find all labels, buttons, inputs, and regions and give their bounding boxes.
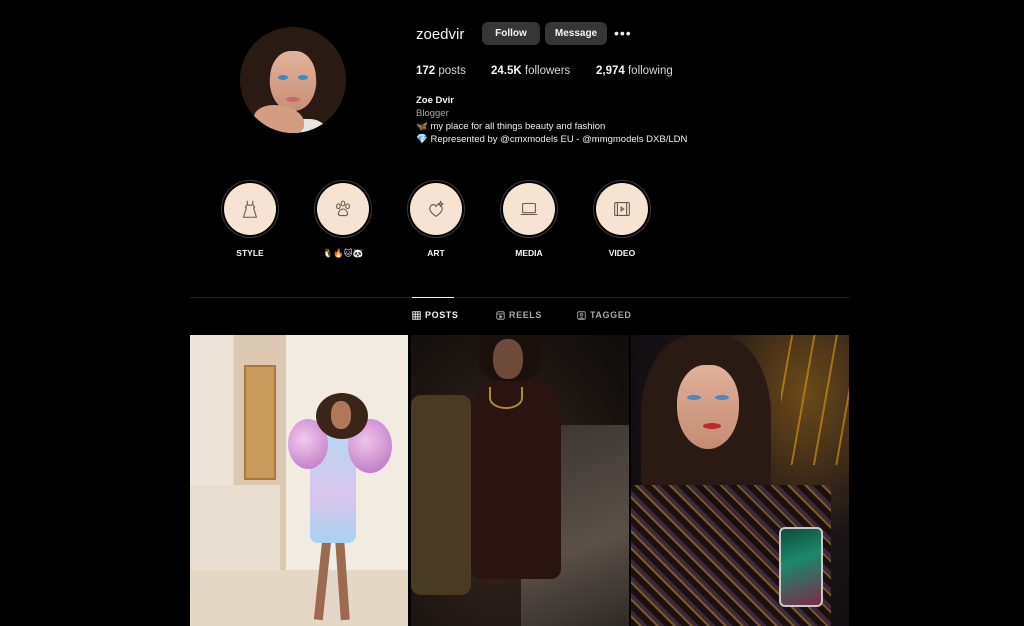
- more-options-icon[interactable]: •••: [614, 26, 632, 40]
- bio-name: Zoe Dvir: [416, 95, 455, 106]
- photo-torso-shape: [471, 379, 561, 579]
- tab-posts[interactable]: POSTS: [412, 310, 459, 320]
- highlight-ring: [221, 180, 279, 238]
- highlight-pets[interactable]: 🐧🔥🐱🐼: [313, 180, 373, 259]
- highlight-disc: [224, 183, 276, 235]
- post-thumbnail[interactable]: [631, 335, 849, 626]
- tabs-divider: [190, 297, 849, 298]
- reels-icon: [496, 310, 505, 320]
- highlight-video[interactable]: VIDEO: [592, 180, 652, 258]
- followers-label: followers: [524, 65, 571, 77]
- highlight-label: 🐧🔥🐱🐼: [322, 248, 364, 258]
- avatar-lips: [286, 97, 300, 102]
- bio-line-1: 🦋 my place for all things beauty and fas…: [416, 121, 606, 132]
- art-icon: [429, 200, 444, 217]
- tab-tagged[interactable]: TAGGED: [577, 310, 631, 320]
- photo-chair-shape: [411, 395, 471, 595]
- highlight-disc: [596, 183, 648, 235]
- tag-icon: [577, 310, 586, 320]
- highlight-ring: [314, 180, 372, 238]
- tab-tagged-label: TAGGED: [590, 310, 632, 320]
- followers-stat[interactable]: 24.5K followers: [491, 65, 570, 77]
- highlight-label: VIDEO: [608, 248, 636, 258]
- highlight-style[interactable]: STYLE: [220, 180, 280, 258]
- bio-line-2[interactable]: 💎 Represented by @cmxmodels EU - @mmgmod…: [416, 133, 687, 146]
- highlight-ring: [593, 180, 651, 238]
- highlight-label: STYLE: [236, 248, 264, 258]
- profile-bio: Zoe Dvir Blogger 🦋 my place for all thin…: [416, 94, 687, 146]
- followers-count: 24.5K: [491, 65, 522, 77]
- highlight-disc: [503, 183, 555, 235]
- photo-lips-shape: [703, 423, 721, 429]
- profile-avatar[interactable]: [240, 27, 346, 133]
- grid-icon: [412, 310, 421, 320]
- highlight-art[interactable]: ART: [406, 180, 466, 258]
- highlight-disc: [317, 183, 369, 235]
- avatar-eye-left: [278, 75, 288, 80]
- photo-face-shape: [493, 339, 523, 379]
- highlight-disc: [410, 183, 462, 235]
- active-tab-indicator: [412, 297, 454, 298]
- posts-count: 172: [416, 65, 436, 77]
- posts-stat: 172 posts: [416, 65, 466, 77]
- following-label: following: [627, 65, 673, 77]
- photo-door-shape: [244, 365, 276, 480]
- photo-face-shape: [331, 401, 351, 429]
- photo-ground-shape: [190, 570, 408, 626]
- highlight-ring: [407, 180, 465, 238]
- laptop-icon: [520, 202, 538, 216]
- photo-necklace-shape: [489, 387, 523, 409]
- photo-eye-shape: [715, 395, 729, 400]
- highlight-label: ART: [427, 248, 445, 258]
- paw-icon: [336, 200, 350, 217]
- avatar-eye-right: [298, 75, 308, 80]
- following-stat[interactable]: 2,974 following: [596, 65, 673, 77]
- profile-username: zoedvir: [416, 26, 465, 43]
- tab-reels[interactable]: REELS: [496, 310, 542, 320]
- follow-button[interactable]: Follow: [482, 22, 540, 45]
- film-icon: [614, 202, 630, 216]
- profile-page: zoedvir Follow Message ••• 172 posts 24.…: [0, 0, 1024, 626]
- posts-label: posts: [438, 65, 466, 77]
- bio-category: Blogger: [416, 108, 449, 119]
- photo-eye-shape: [687, 395, 701, 400]
- highlight-ring: [500, 180, 558, 238]
- dress-icon: [242, 200, 258, 218]
- avatar-face-shape: [270, 51, 316, 111]
- tab-posts-label: POSTS: [425, 310, 459, 320]
- post-thumbnail[interactable]: [190, 335, 408, 626]
- highlight-media[interactable]: MEDIA: [499, 180, 559, 258]
- photo-phone-shape: [779, 527, 823, 607]
- photo-face-shape: [677, 365, 739, 449]
- tab-reels-label: REELS: [509, 310, 543, 320]
- highlight-label: MEDIA: [515, 248, 543, 258]
- post-thumbnail[interactable]: [411, 335, 629, 626]
- following-count: 2,974: [596, 65, 625, 77]
- photo-lights-shape: [781, 335, 849, 465]
- message-button[interactable]: Message: [545, 22, 607, 45]
